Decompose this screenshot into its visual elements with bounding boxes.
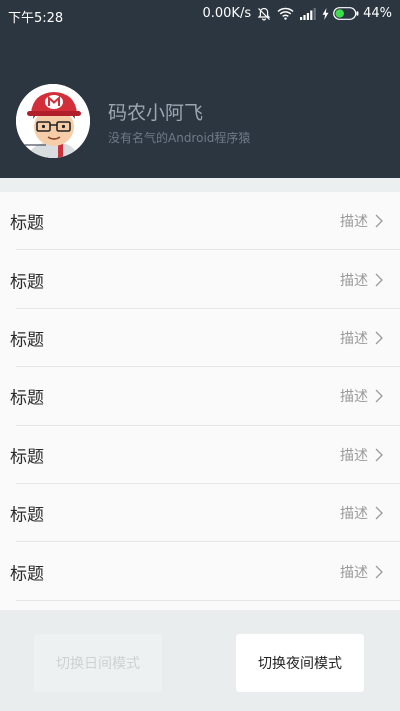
battery-icon: [333, 7, 359, 20]
night-mode-button[interactable]: 切换夜间模式: [236, 634, 364, 692]
avatar[interactable]: [16, 84, 90, 158]
list-item[interactable]: 标题 描述: [0, 484, 400, 543]
wifi-icon: [277, 7, 294, 20]
section-spacer: [0, 178, 400, 192]
list-item-desc: 描述: [340, 447, 368, 464]
status-bar: 下午5:28 0.00K/s 44%: [0, 0, 400, 30]
battery-percent: 44%: [363, 6, 392, 21]
network-speed: 0.00K/s: [202, 6, 252, 21]
chevron-right-icon: [375, 214, 383, 228]
list-item-desc: 描述: [340, 330, 368, 347]
list-item[interactable]: 标题 描述: [0, 192, 400, 251]
day-mode-button[interactable]: 切换日间模式: [34, 634, 162, 692]
list-item-title: 标题: [10, 505, 44, 526]
chevron-right-icon: [375, 448, 383, 462]
chevron-right-icon: [375, 331, 383, 345]
chevron-right-icon: [375, 273, 383, 287]
list-item-desc: 描述: [340, 389, 368, 406]
signal-icon: [300, 7, 316, 20]
bottom-bar: 切换日间模式 切换夜间模式: [0, 614, 400, 711]
status-time: 下午5:28: [8, 11, 64, 26]
list-item-title: 标题: [10, 388, 44, 409]
divider: [16, 599, 400, 601]
mute-bell-icon: [257, 7, 271, 21]
list-item-desc: 描述: [340, 506, 368, 523]
list-item-desc: 描述: [340, 272, 368, 289]
list-item-desc: 描述: [340, 214, 368, 231]
list-item[interactable]: 标题 描述: [0, 250, 400, 309]
chevron-right-icon: [375, 389, 383, 403]
profile-name: 码农小阿飞: [108, 102, 204, 124]
profile-bio: 没有名气的Android程序猿: [108, 131, 251, 145]
list-item[interactable]: 标题 描述: [0, 309, 400, 368]
list-item-title: 标题: [10, 272, 44, 293]
settings-list: 标题 描述 标题 描述 标题 描述 标题 描述 标题 描述 标题 描述 标题 描…: [0, 192, 400, 610]
list-item[interactable]: 标题 描述: [0, 367, 400, 426]
chevron-right-icon: [375, 506, 383, 520]
list-item-desc: 描述: [340, 564, 368, 581]
list-item[interactable]: 标题 描述: [0, 426, 400, 484]
list-item[interactable]: 标题 描述: [0, 542, 400, 601]
profile-header: 码农小阿飞 没有名气的Android程序猿: [0, 30, 400, 178]
list-item-title: 标题: [10, 213, 44, 234]
list-item-title: 标题: [10, 447, 44, 468]
list-item-title: 标题: [10, 564, 44, 585]
chevron-right-icon: [375, 565, 383, 578]
battery-indicator: 44%: [322, 6, 392, 21]
charging-icon: [322, 7, 329, 20]
list-item-title: 标题: [10, 330, 44, 351]
